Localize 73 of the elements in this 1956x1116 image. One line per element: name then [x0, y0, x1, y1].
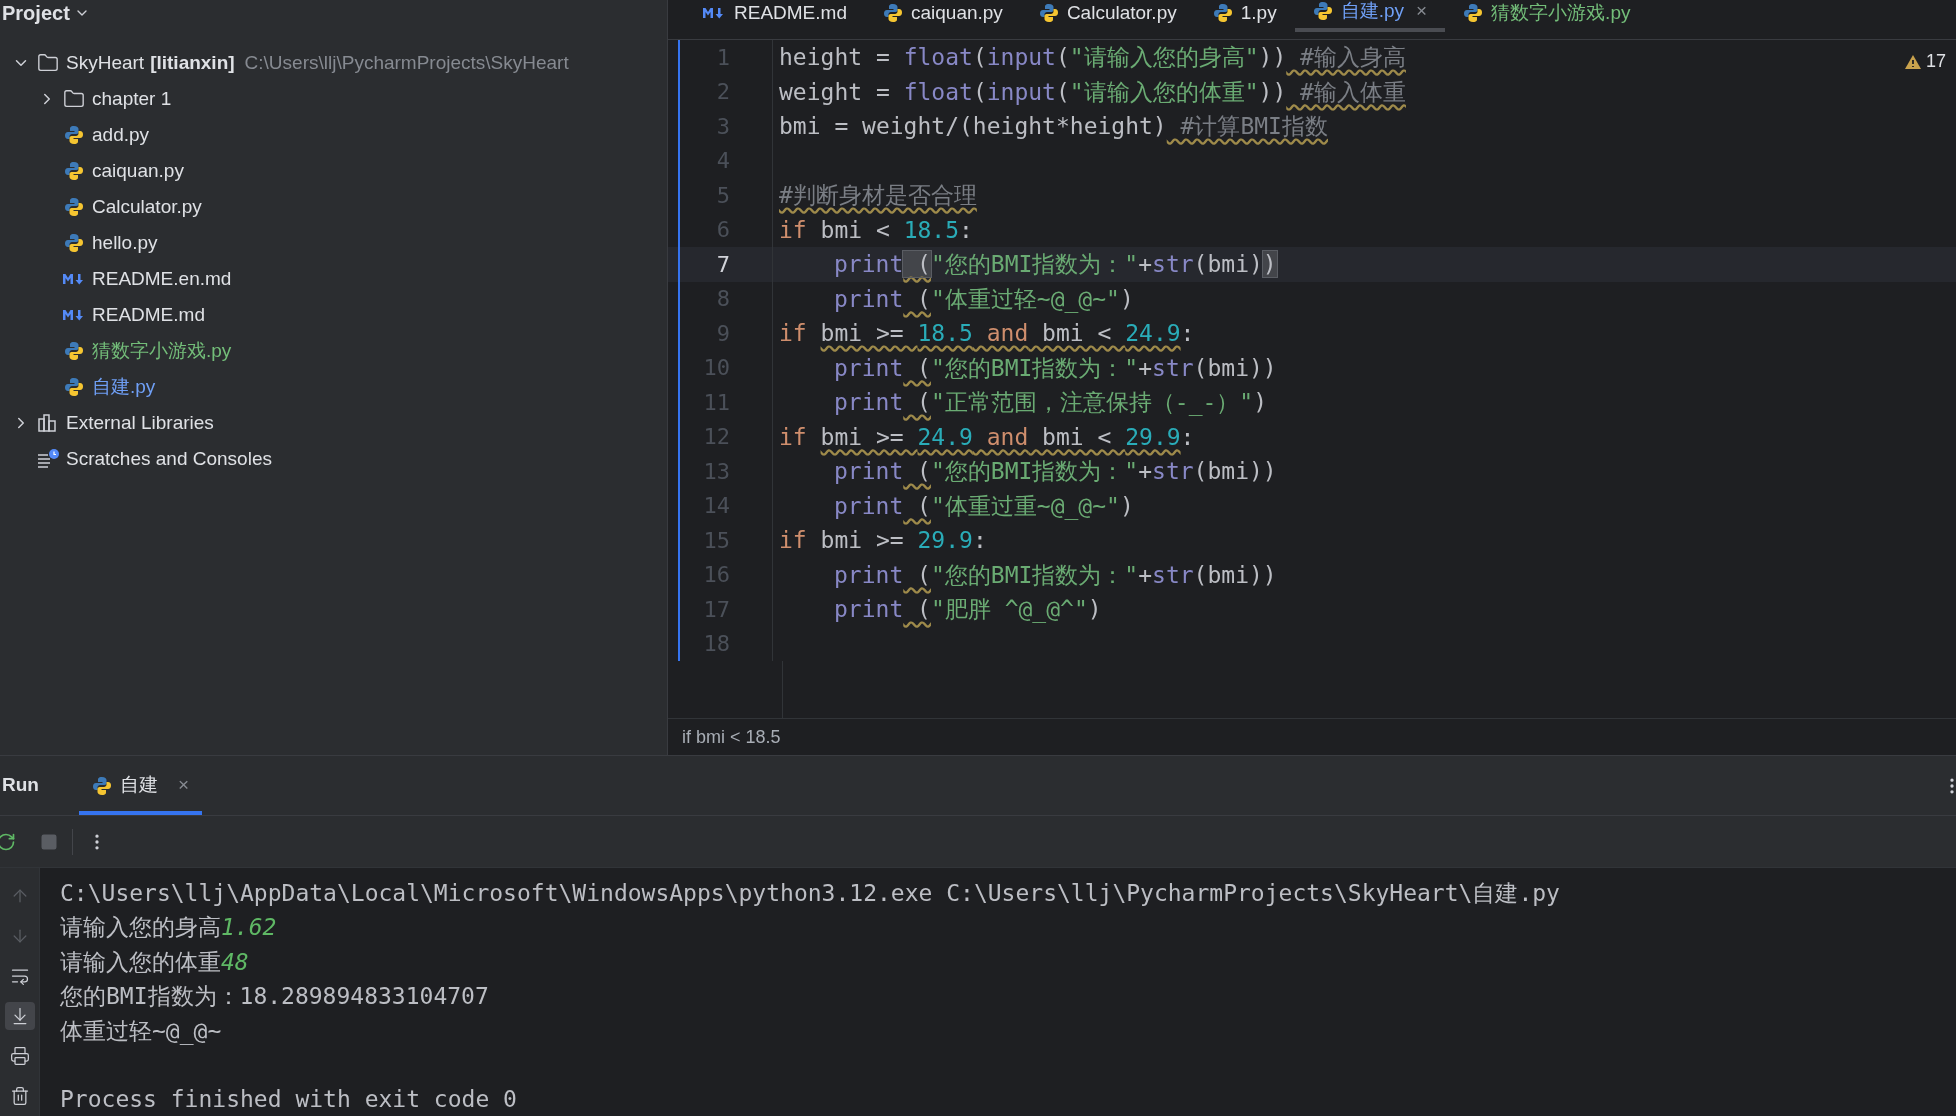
tree-item[interactable]: 猜数字小游戏.py	[92, 336, 232, 366]
console-line: 体重过轻~@_@~	[60, 1016, 223, 1047]
breadcrumb[interactable]: if bmi < 18.5	[682, 723, 781, 751]
tree-item[interactable]: External Libraries	[66, 408, 214, 438]
run-tab[interactable]: 自建 ×	[78, 756, 203, 815]
python-icon	[64, 341, 84, 361]
panel-title[interactable]: Project	[2, 0, 70, 28]
code-line: print ("您的BMI指数为："+str(bmi))	[834, 457, 1277, 486]
line-number: 7	[715, 250, 730, 279]
close-tab-button[interactable]: ×	[177, 771, 190, 800]
python-icon	[64, 233, 84, 253]
code-line: print ("正常范围，注意保持（-_-）")	[834, 388, 1268, 418]
code-line: print ("体重过轻~@_@~")	[834, 284, 1134, 315]
console-line: 您的BMI指数为：18.289894833104707	[60, 982, 490, 1012]
tree-item[interactable]: caiquan.py	[92, 156, 184, 186]
console-line: Process finished with exit code 0	[60, 1085, 518, 1115]
code-line: height = float(input("请输入您的身高")) #输入身高	[779, 43, 1406, 72]
markdown-icon	[702, 5, 726, 21]
code-line: if bmi >= 18.5 and bmi < 24.9:	[779, 319, 1195, 348]
python-icon	[882, 3, 903, 23]
module-name: [litianxin]	[150, 50, 235, 75]
python-icon	[1212, 3, 1233, 23]
editor-tab[interactable]: 自建.py ×	[1294, 0, 1446, 32]
editor-tab[interactable]: 1.py	[1194, 0, 1295, 32]
code-line: print ("您的BMI指数为："+str(bmi))	[834, 250, 1277, 279]
code-line: bmi = weight/(height*height) #计算BMI指数	[779, 112, 1328, 141]
console-line: C:\Users\llj\AppData\Local\Microsoft\WindowsApps\python3.12.exe C:\Users\llj\PycharmProjects\SkyHeart\自建.py	[60, 879, 1561, 908]
library-icon	[37, 413, 59, 433]
warning-icon[interactable]	[1903, 53, 1922, 70]
code-line: print ("肥胖 ^@_@^")	[834, 595, 1102, 625]
project-path: C:\Users\llj\PycharmProjects\SkyHeart	[244, 50, 569, 75]
editor-tab[interactable]: 猜数字小游戏.py	[1445, 0, 1649, 32]
folder-icon	[63, 88, 85, 110]
code-line: print ("体重过重~@_@~")	[834, 491, 1134, 522]
python-icon	[1038, 3, 1059, 23]
markdown-icon	[62, 271, 86, 287]
markdown-icon	[62, 307, 86, 323]
python-icon	[64, 125, 84, 145]
panel-title: Run	[2, 773, 39, 798]
tree-item[interactable]: SkyHeart	[66, 48, 145, 78]
code-line: if bmi >= 24.9 and bmi < 29.9:	[779, 422, 1195, 452]
tree-item[interactable]: 自建.py	[92, 372, 156, 402]
rerun-icon[interactable]	[0, 831, 16, 852]
folder-icon	[37, 52, 59, 74]
code-line: print ("您的BMI指数为："+str(bmi))	[834, 560, 1277, 590]
tree-item[interactable]: Scratches and Consoles	[66, 444, 272, 474]
code-line: #判断身材是否合理	[779, 181, 977, 210]
tree-item[interactable]: hello.py	[92, 228, 158, 258]
print-icon[interactable]	[9, 1046, 30, 1066]
editor-tab[interactable]: README.md	[684, 0, 865, 32]
code-line: print ("您的BMI指数为："+str(bmi))	[834, 353, 1277, 383]
code-line: if bmi >= 29.9:	[779, 526, 987, 555]
python-icon	[91, 775, 112, 796]
python-icon	[64, 197, 84, 217]
code-line: weight = float(input("请输入您的体重")) #输入体重	[779, 77, 1406, 107]
editor-tab[interactable]: Calculator.py	[1020, 0, 1195, 32]
console-line: 请输入您的体重48	[60, 947, 250, 977]
python-icon	[1463, 3, 1484, 23]
python-icon	[64, 161, 84, 181]
python-icon	[1312, 1, 1333, 21]
tree-item[interactable]: README.md	[92, 300, 205, 330]
tree-item[interactable]: README.en.md	[92, 264, 232, 294]
tree-item[interactable]: chapter 1	[92, 84, 172, 114]
warning-count[interactable]: 17	[1925, 48, 1946, 75]
editor-tab[interactable]: caiquan.py	[864, 0, 1021, 32]
tree-item[interactable]: add.py	[92, 120, 150, 150]
code-line: if bmi < 18.5:	[779, 215, 973, 245]
console-line: 请输入您的身高1.62	[60, 913, 278, 943]
tree-item[interactable]: Calculator.py	[92, 192, 202, 222]
trash-icon[interactable]	[9, 1086, 30, 1106]
python-icon	[64, 377, 84, 397]
close-tab-button[interactable]: ×	[1416, 0, 1428, 26]
scratches-icon	[36, 449, 60, 469]
